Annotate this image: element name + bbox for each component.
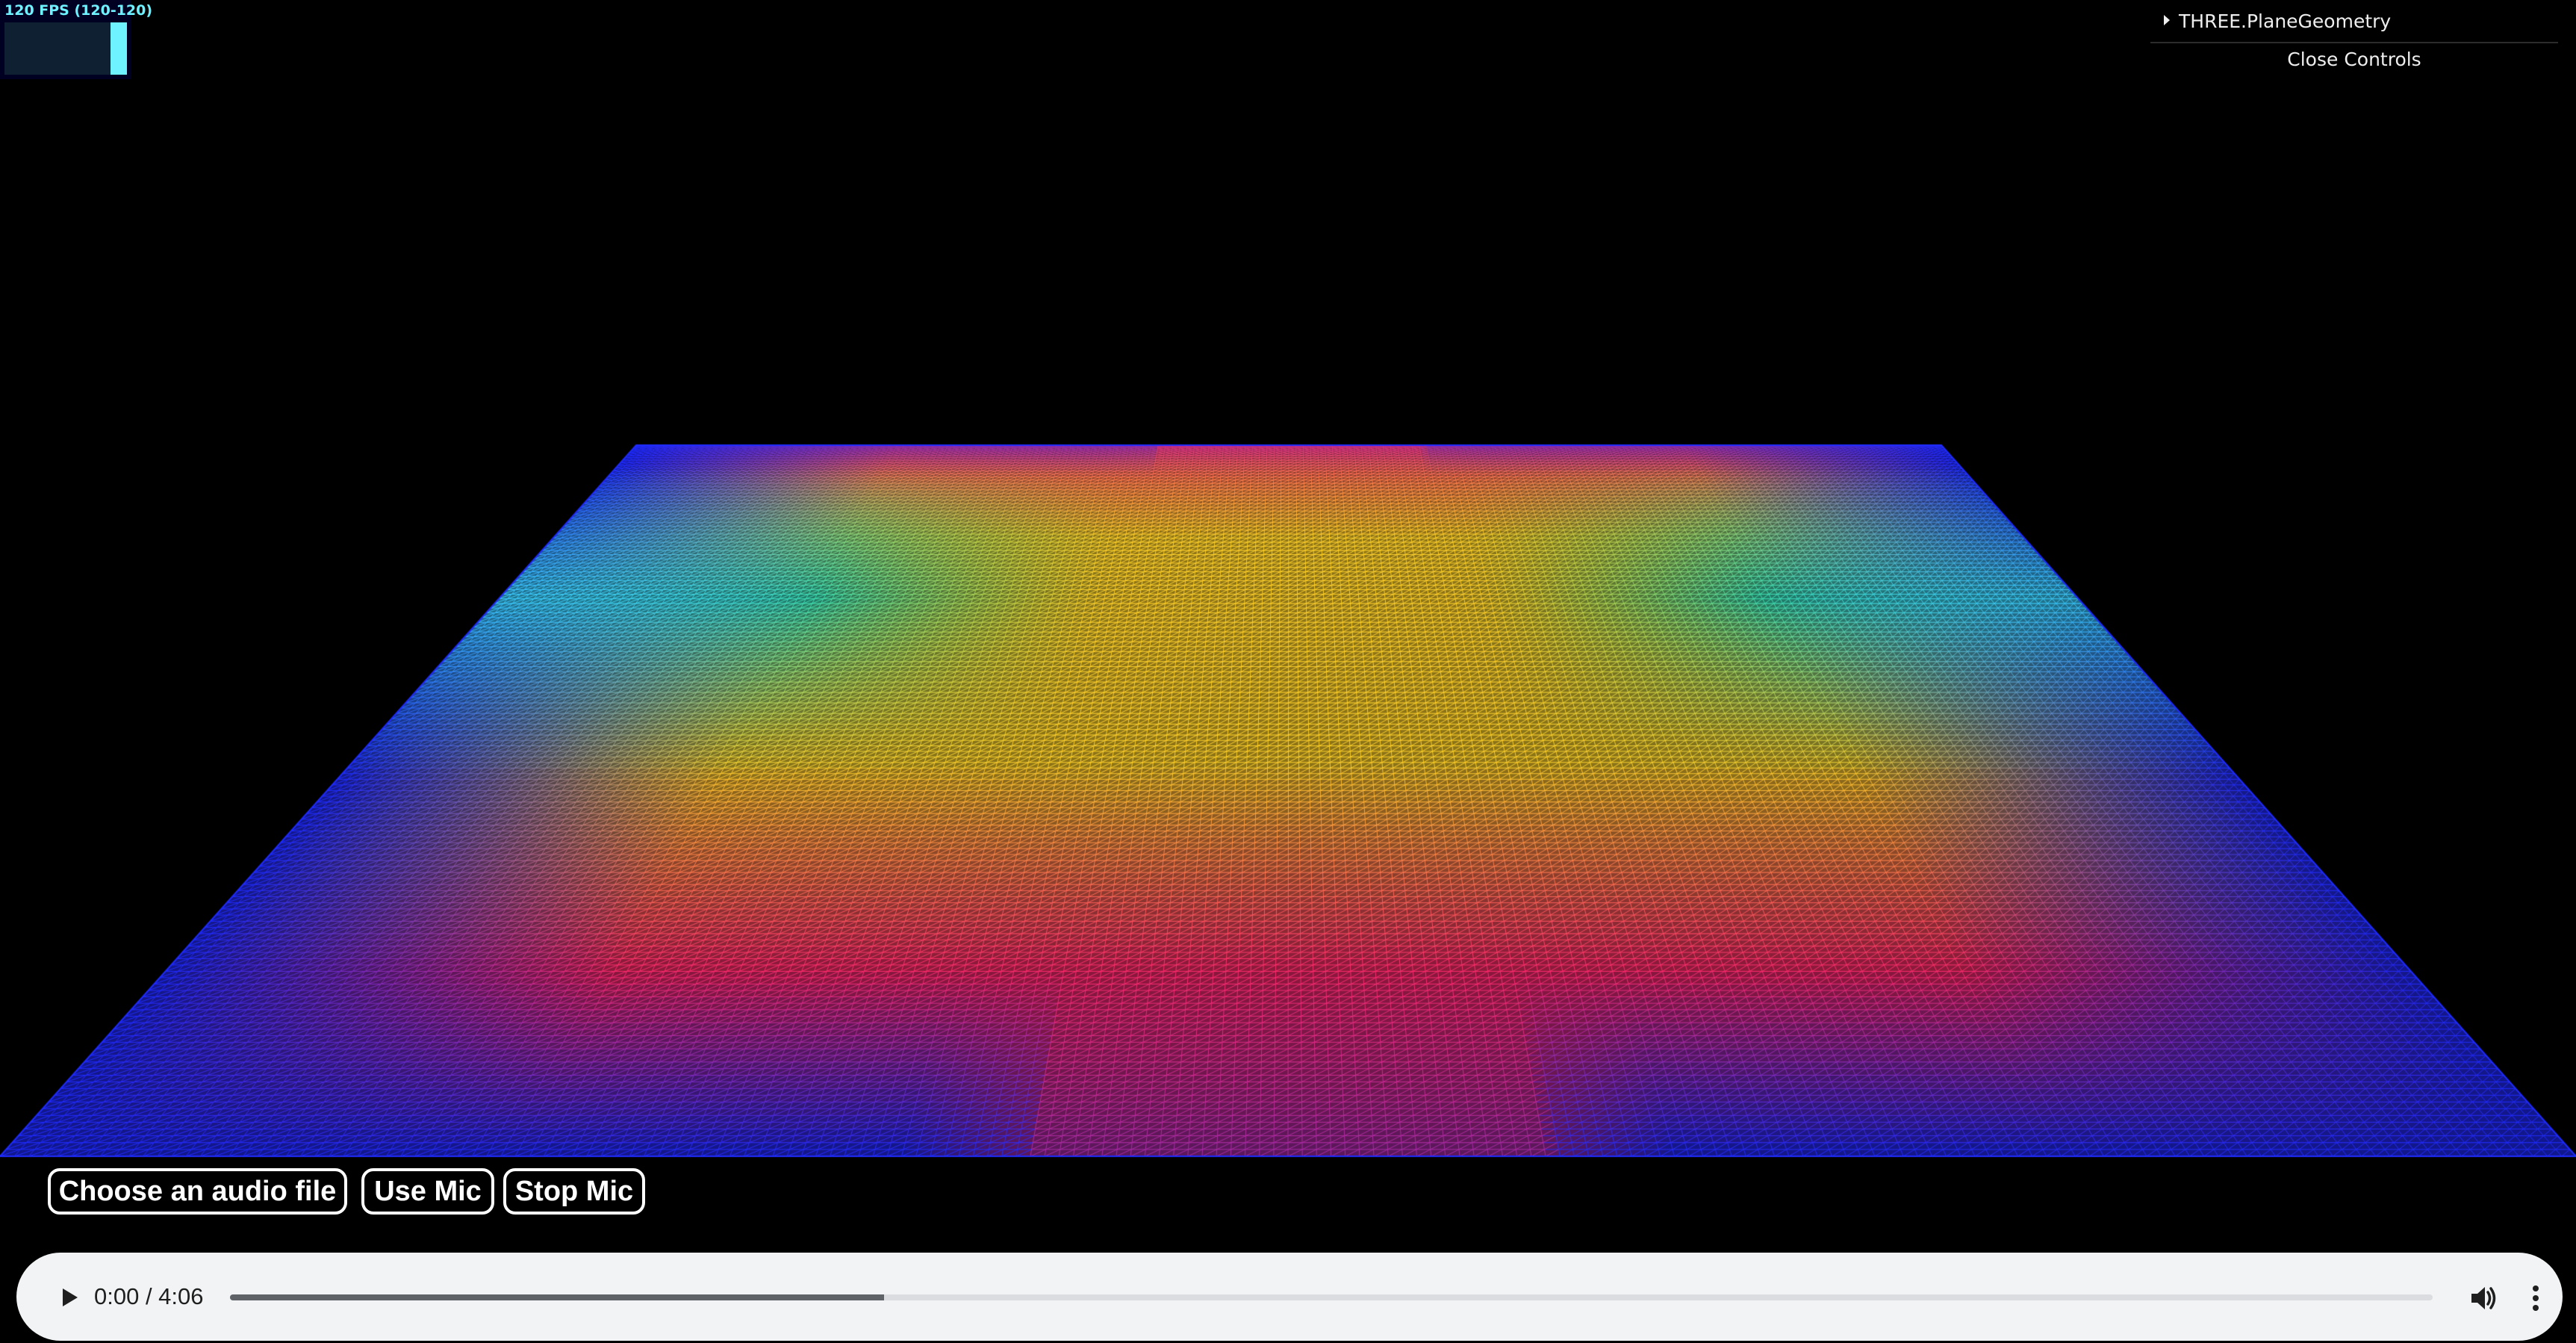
gui-folder-title: THREE.PlaneGeometry	[2179, 10, 2392, 32]
volume-icon[interactable]	[2467, 1282, 2498, 1314]
fps-label: 120 FPS (120-120)	[4, 2, 153, 19]
gui-folder-plane-geometry[interactable]: THREE.PlaneGeometry	[2150, 4, 2558, 43]
time-display: 0:00 / 4:06	[94, 1283, 204, 1309]
triangle-right-icon	[2164, 15, 2170, 25]
audio-player: 0:00 / 4:06	[16, 1253, 2563, 1341]
fps-stats-panel[interactable]: 120 FPS (120-120)	[0, 0, 152, 79]
visualizer-stage[interactable]: 120 FPS (120-120) THREE.PlaneGeometry Cl…	[0, 0, 2576, 1343]
more-vert-icon[interactable]	[2521, 1282, 2551, 1314]
close-controls-button[interactable]: Close Controls	[2150, 43, 2558, 76]
progress-slider[interactable]	[230, 1294, 2433, 1300]
fps-graph	[4, 22, 127, 75]
stop-mic-button[interactable]: Stop Mic	[503, 1168, 645, 1215]
controls-panel: THREE.PlaneGeometry Close Controls	[2150, 0, 2558, 78]
progress-fill	[230, 1294, 885, 1300]
wireframe-plane-canvas[interactable]	[0, 0, 2576, 1343]
fps-graph-bar	[111, 22, 127, 75]
choose-audio-file-button[interactable]: Choose an audio file	[48, 1168, 347, 1215]
play-icon[interactable]	[54, 1282, 84, 1312]
use-mic-button[interactable]: Use Mic	[361, 1168, 494, 1215]
